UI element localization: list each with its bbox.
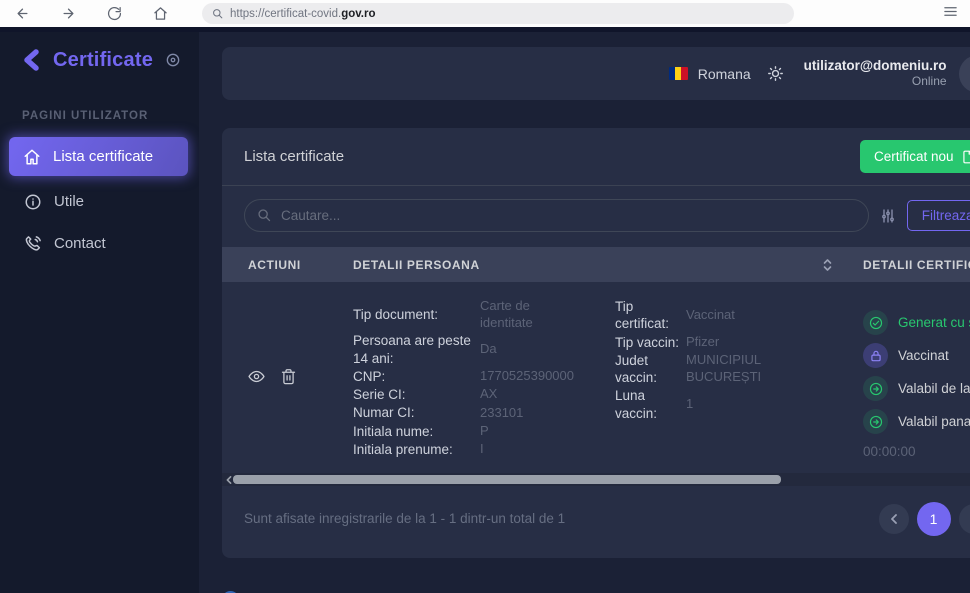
check-circle-icon [863,310,888,335]
sort-icon[interactable] [822,258,833,272]
back-icon[interactable] [12,4,32,24]
search-icon [257,208,271,222]
search-icon [212,8,223,19]
topbar: Romana utilizator@domeniu.ro Online [222,47,970,100]
arrow-circle-icon [863,409,888,434]
status-badge: Vaccinat [863,343,970,368]
delete-icon[interactable] [280,368,297,385]
sidebar-item-lista-certificate[interactable]: Lista certificate [9,137,188,176]
sidebar-item-label: Lista certificate [53,148,153,165]
lock-icon [863,343,888,368]
view-icon[interactable] [248,368,265,385]
scrollbar-thumb[interactable] [233,475,781,484]
brand-name: Certificate [53,49,153,72]
sidebar: Certificate PAGINI UTILIZATOR Lista cert… [0,32,199,593]
file-icon [961,150,970,164]
reload-icon[interactable] [104,4,124,24]
browser-menu-icon[interactable] [943,4,958,24]
sidebar-section-label: PAGINI UTILIZATOR [22,110,199,122]
page-1-button[interactable]: 1 [917,502,951,536]
status-badges: Generat cu succes Vaccinat [863,294,970,459]
table-row: Tip document:Carte de identitate Persoan… [222,282,970,473]
status-badge: Valabil de la [863,376,970,401]
browser-chrome: https://certificat-covid.gov.ro [0,0,970,27]
brand-chevron-icon [20,48,44,72]
sidebar-nav: Lista certificate Utile Contact [0,137,199,262]
sidebar-item-utile[interactable]: Utile [0,183,199,220]
column-actiuni[interactable]: ACTIUNI [222,258,353,272]
horizontal-scrollbar[interactable] [222,473,970,486]
column-detalii-persoana[interactable]: DETALII PERSOANA [353,258,863,272]
phone-icon [24,235,42,253]
card-title: Lista certificate [244,148,344,165]
theme-toggle-sun-icon[interactable] [767,65,784,82]
person-details: Tip document:Carte de identitate Persoan… [353,294,576,459]
brand: Certificate [0,32,199,72]
main-content: Romana utilizator@domeniu.ro Online List… [199,32,970,593]
next-page-button[interactable] [959,504,970,534]
certificates-card: Lista certificate Certificat nou Filtrea… [222,128,970,558]
filter-button[interactable]: Filtreaza [907,200,970,231]
forward-icon[interactable] [58,4,78,24]
home-icon [23,148,41,166]
status-badge: Valabil pana la [863,409,970,434]
previous-page-button[interactable] [879,504,909,534]
avatar[interactable] [959,55,970,93]
sidebar-item-label: Utile [54,193,84,210]
filter-sliders-icon[interactable] [880,208,896,224]
arrow-circle-icon [863,376,888,401]
sidebar-item-contact[interactable]: Contact [0,225,199,262]
address-bar[interactable]: https://certificat-covid.gov.ro [202,3,794,24]
user-status: Online [804,74,947,89]
status-badge: Generat cu succes [863,310,970,335]
certificate-details: Tip certificat:Vaccinat Tip vaccin:Pfize… [615,294,798,459]
user-email: utilizator@domeniu.ro [804,58,947,75]
certificates-table: ACTIUNI DETALII PERSOANA DETALII CERTIFI… [222,247,970,486]
info-icon [24,193,42,211]
sidebar-item-label: Contact [54,235,106,252]
url-text: https://certificat-covid.gov.ro [230,8,376,20]
countdown-timer: 00:00:00 [863,444,970,459]
romania-flag-icon [669,67,688,80]
sidebar-collapse-toggle-icon[interactable] [165,52,181,68]
column-detalii-certificat[interactable]: DETALII CERTIFICAT [863,258,970,272]
new-certificate-button[interactable]: Certificat nou [860,140,970,173]
pagination: Sunt afisate inregistrarile de la 1 - 1 … [222,486,970,558]
language-selector[interactable]: Romana [698,66,751,82]
search-input[interactable] [244,199,869,232]
chevron-left-icon [889,514,899,524]
user-info[interactable]: utilizator@domeniu.ro Online [804,58,947,90]
home-browser-icon[interactable] [150,4,170,24]
pagination-summary: Sunt afisate inregistrarile de la 1 - 1 … [244,509,565,529]
table-header: ACTIUNI DETALII PERSOANA DETALII CERTIFI… [222,247,970,282]
